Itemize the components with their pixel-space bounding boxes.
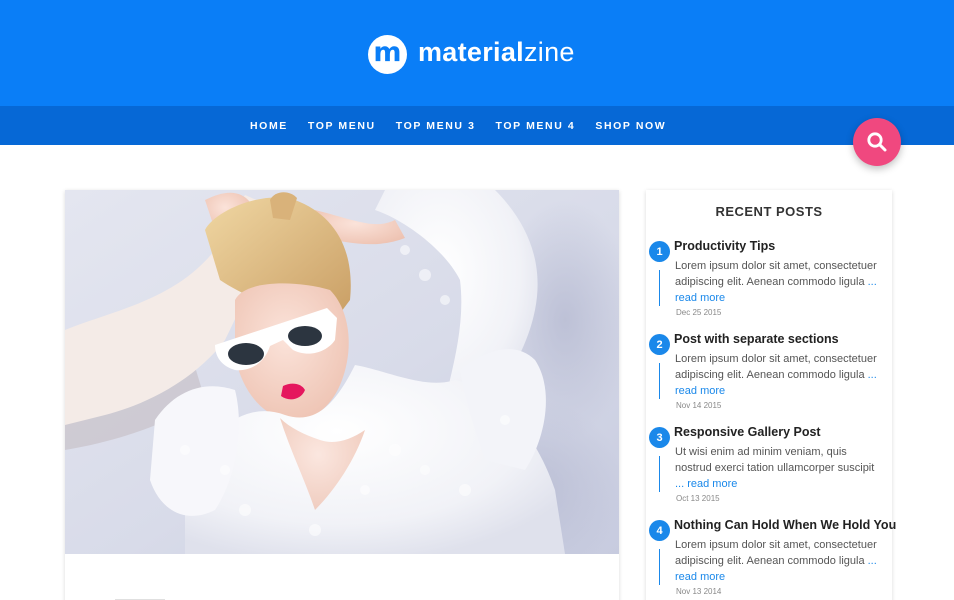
- site-logo[interactable]: m materialzine: [368, 33, 575, 75]
- logo-mark: m: [368, 34, 407, 74]
- featured-post-card[interactable]: [65, 190, 619, 600]
- recent-posts-widget: RECENT POSTS 1 Productivity Tips Lorem i…: [646, 190, 896, 600]
- search-button[interactable]: [853, 118, 901, 166]
- post-number-badge: 2: [649, 334, 670, 355]
- nav-item-top-menu[interactable]: TOP MENU: [308, 120, 376, 132]
- recent-post-item: 1 Productivity Tips Lorem ipsum dolor si…: [646, 239, 892, 331]
- nav-item-shop-now[interactable]: SHOP NOW: [595, 120, 666, 132]
- post-date: Oct 13 2015: [676, 494, 720, 503]
- post-number-badge: 1: [649, 241, 670, 262]
- featured-post-image[interactable]: [65, 190, 619, 554]
- logo-text-light: zine: [523, 36, 575, 67]
- recent-post-item: 3 Responsive Gallery Post Ut wisi enim a…: [646, 425, 892, 517]
- post-excerpt: Lorem ipsum dolor sit amet, consectetuer…: [675, 537, 885, 585]
- post-title-link[interactable]: Post with separate sections: [674, 332, 894, 346]
- post-excerpt: Ut wisi enim ad minim veniam, quis nostr…: [675, 444, 885, 492]
- post-date: Nov 13 2014: [676, 587, 722, 596]
- nav-item-home[interactable]: HOME: [250, 120, 288, 132]
- recent-post-item: 2 Post with separate sections Lorem ipsu…: [646, 332, 892, 424]
- logo-text-bold: material: [418, 36, 524, 67]
- post-excerpt-text: Lorem ipsum dolor sit amet, consectetuer…: [675, 539, 877, 567]
- post-number-badge: 4: [649, 520, 670, 541]
- post-date: Nov 14 2015: [676, 401, 722, 410]
- nav-item-top-menu-3[interactable]: TOP MENU 3: [396, 120, 476, 132]
- post-excerpt-text: Lorem ipsum dolor sit amet, consectetuer…: [675, 260, 877, 288]
- post-excerpt-text: Lorem ipsum dolor sit amet, consectetuer…: [675, 353, 877, 381]
- post-number-badge: 3: [649, 427, 670, 448]
- read-more-link[interactable]: ... read more: [675, 478, 737, 490]
- post-title-link[interactable]: Nothing Can Hold When We Hold You: [674, 518, 896, 532]
- search-icon: [867, 132, 887, 152]
- main-nav: HOME TOP MENU TOP MENU 3 TOP MENU 4 SHOP…: [0, 106, 954, 145]
- nav-item-top-menu-4[interactable]: TOP MENU 4: [496, 120, 576, 132]
- post-excerpt: Lorem ipsum dolor sit amet, consectetuer…: [675, 351, 885, 399]
- logo-text: materialzine: [418, 36, 575, 67]
- post-excerpt-text: Ut wisi enim ad minim veniam, quis nostr…: [675, 446, 875, 474]
- logo-mark-letter: m: [373, 37, 402, 68]
- recent-post-item: 4 Nothing Can Hold When We Hold You Lore…: [646, 518, 896, 600]
- post-title-link[interactable]: Productivity Tips: [674, 239, 894, 253]
- post-title-link[interactable]: Responsive Gallery Post: [674, 425, 894, 439]
- widget-title: RECENT POSTS: [715, 204, 823, 219]
- site-header: m materialzine: [0, 0, 954, 106]
- nav-items: HOME TOP MENU TOP MENU 3 TOP MENU 4 SHOP…: [250, 106, 686, 145]
- post-date: Dec 25 2015: [676, 308, 722, 317]
- post-excerpt: Lorem ipsum dolor sit amet, consectetuer…: [675, 258, 885, 306]
